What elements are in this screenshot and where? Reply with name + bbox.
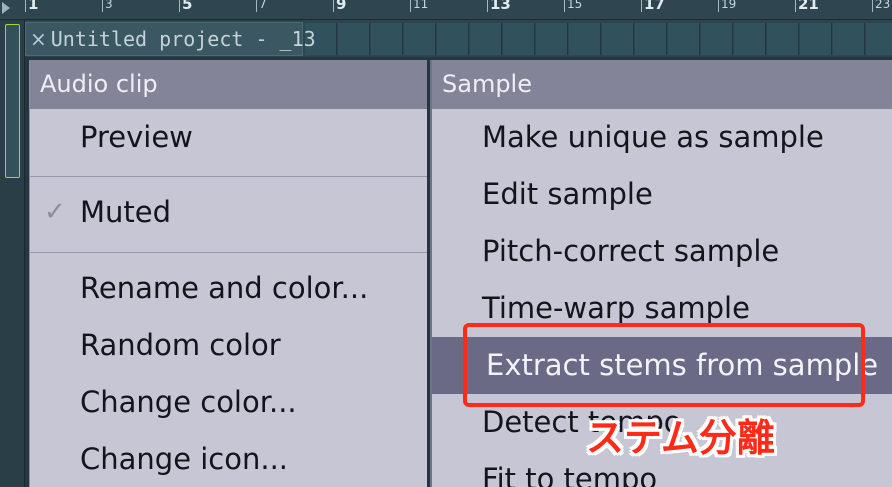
timeline-ruler[interactable]: 1 3 5 7 9 11 13 15 17 19 21 23 — [0, 0, 892, 20]
track-row: × Untitled project - _13 — [25, 20, 892, 57]
ruler-number: 9 — [336, 0, 347, 13]
menu-item-change-icon[interactable]: Change icon... — [30, 431, 427, 487]
track-grid-cell[interactable] — [668, 23, 700, 55]
annotation-label: ステム分離 — [586, 416, 775, 460]
ruler-tick — [487, 0, 488, 12]
ruler-number: 13 — [490, 0, 511, 13]
sample-menu-header: Sample — [432, 60, 892, 109]
ruler-tick — [564, 0, 565, 12]
menu-item-label: Preview — [80, 120, 193, 154]
track-grid-cell[interactable] — [734, 23, 766, 55]
track-grid-cell[interactable] — [767, 23, 799, 55]
track-grid-cell[interactable] — [866, 23, 892, 55]
annotation-highlight-box — [463, 323, 865, 407]
ruler-tick — [795, 0, 796, 12]
menu-item-label: Rename and color... — [80, 271, 369, 305]
menu-item-pitch-correct-sample[interactable]: Pitch-correct sample — [432, 223, 892, 280]
ruler-tick — [179, 0, 180, 12]
track-grid-cell[interactable] — [437, 23, 469, 55]
menu-item-change-color[interactable]: Change color... — [30, 374, 427, 431]
audio-clip-menu: Audio clip Preview ✓ Muted Rename and co… — [29, 60, 427, 487]
track-grid-cell[interactable] — [602, 23, 634, 55]
track-grid-cell[interactable] — [536, 23, 568, 55]
track-grid-cell[interactable] — [569, 23, 601, 55]
menu-item-label: Fit to tempo — [482, 462, 658, 487]
track-grid-cell[interactable] — [404, 23, 436, 55]
ruler-tick — [256, 0, 257, 12]
menu-item-muted[interactable]: ✓ Muted — [30, 184, 427, 241]
project-tab[interactable]: × Untitled project - _13 — [25, 22, 316, 56]
close-icon[interactable]: × — [30, 29, 47, 49]
menu-item-label: Edit sample — [482, 177, 653, 211]
menu-separator — [30, 176, 427, 177]
ruler-tick — [410, 0, 411, 12]
ruler-number: 11 — [413, 0, 429, 11]
ruler-tick — [333, 0, 334, 12]
track-grid-cell[interactable] — [635, 23, 667, 55]
ruler-number: 23 — [875, 0, 891, 11]
ruler-tick — [102, 0, 103, 12]
ruler-tick — [641, 0, 642, 12]
menu-item-label: Time-warp sample — [482, 291, 750, 325]
menu-item-make-unique-as-sample[interactable]: Make unique as sample — [432, 109, 892, 166]
ruler-number: 3 — [105, 0, 113, 11]
menu-separator — [30, 252, 427, 253]
menu-item-random-color[interactable]: Random color — [30, 317, 427, 374]
menu-item-label: Change color... — [80, 385, 297, 419]
track-grid-cell[interactable] — [833, 23, 865, 55]
vertical-scroll-handle[interactable] — [5, 24, 20, 178]
track-grid-cell[interactable] — [371, 23, 403, 55]
ruler-tick — [718, 0, 719, 12]
ruler-tick — [872, 0, 873, 12]
track-grid-cell[interactable] — [800, 23, 832, 55]
audio-clip-menu-header: Audio clip — [30, 60, 427, 109]
track-grid-cell[interactable] — [470, 23, 502, 55]
menu-item-rename-and-color[interactable]: Rename and color... — [30, 260, 427, 317]
playhead-arrow-icon[interactable] — [2, 2, 10, 14]
check-icon: ✓ — [44, 197, 66, 227]
menu-item-edit-sample[interactable]: Edit sample — [432, 166, 892, 223]
menu-item-preview[interactable]: Preview — [30, 109, 427, 166]
ruler-number: 19 — [721, 0, 737, 11]
ruler-number: 5 — [182, 0, 193, 13]
menu-item-label: Make unique as sample — [482, 120, 824, 154]
menu-item-label: Muted — [80, 195, 172, 229]
ruler-number: 7 — [259, 0, 267, 11]
menu-item-label: Pitch-correct sample — [482, 234, 780, 268]
ruler-tick — [25, 0, 26, 12]
menu-item-label: Random color — [80, 328, 281, 362]
ruler-number: 21 — [798, 0, 819, 13]
track-grid-cell[interactable] — [701, 23, 733, 55]
track-grid-cell[interactable] — [338, 23, 370, 55]
project-title: Untitled project - _13 — [50, 27, 316, 51]
track-grid-cell[interactable] — [503, 23, 535, 55]
ruler-number: 1 — [28, 0, 39, 13]
menu-item-label: Change icon... — [80, 442, 289, 476]
ruler-number: 17 — [644, 0, 665, 13]
ruler-number: 15 — [567, 0, 583, 11]
vertical-scroll-strip — [0, 20, 25, 487]
